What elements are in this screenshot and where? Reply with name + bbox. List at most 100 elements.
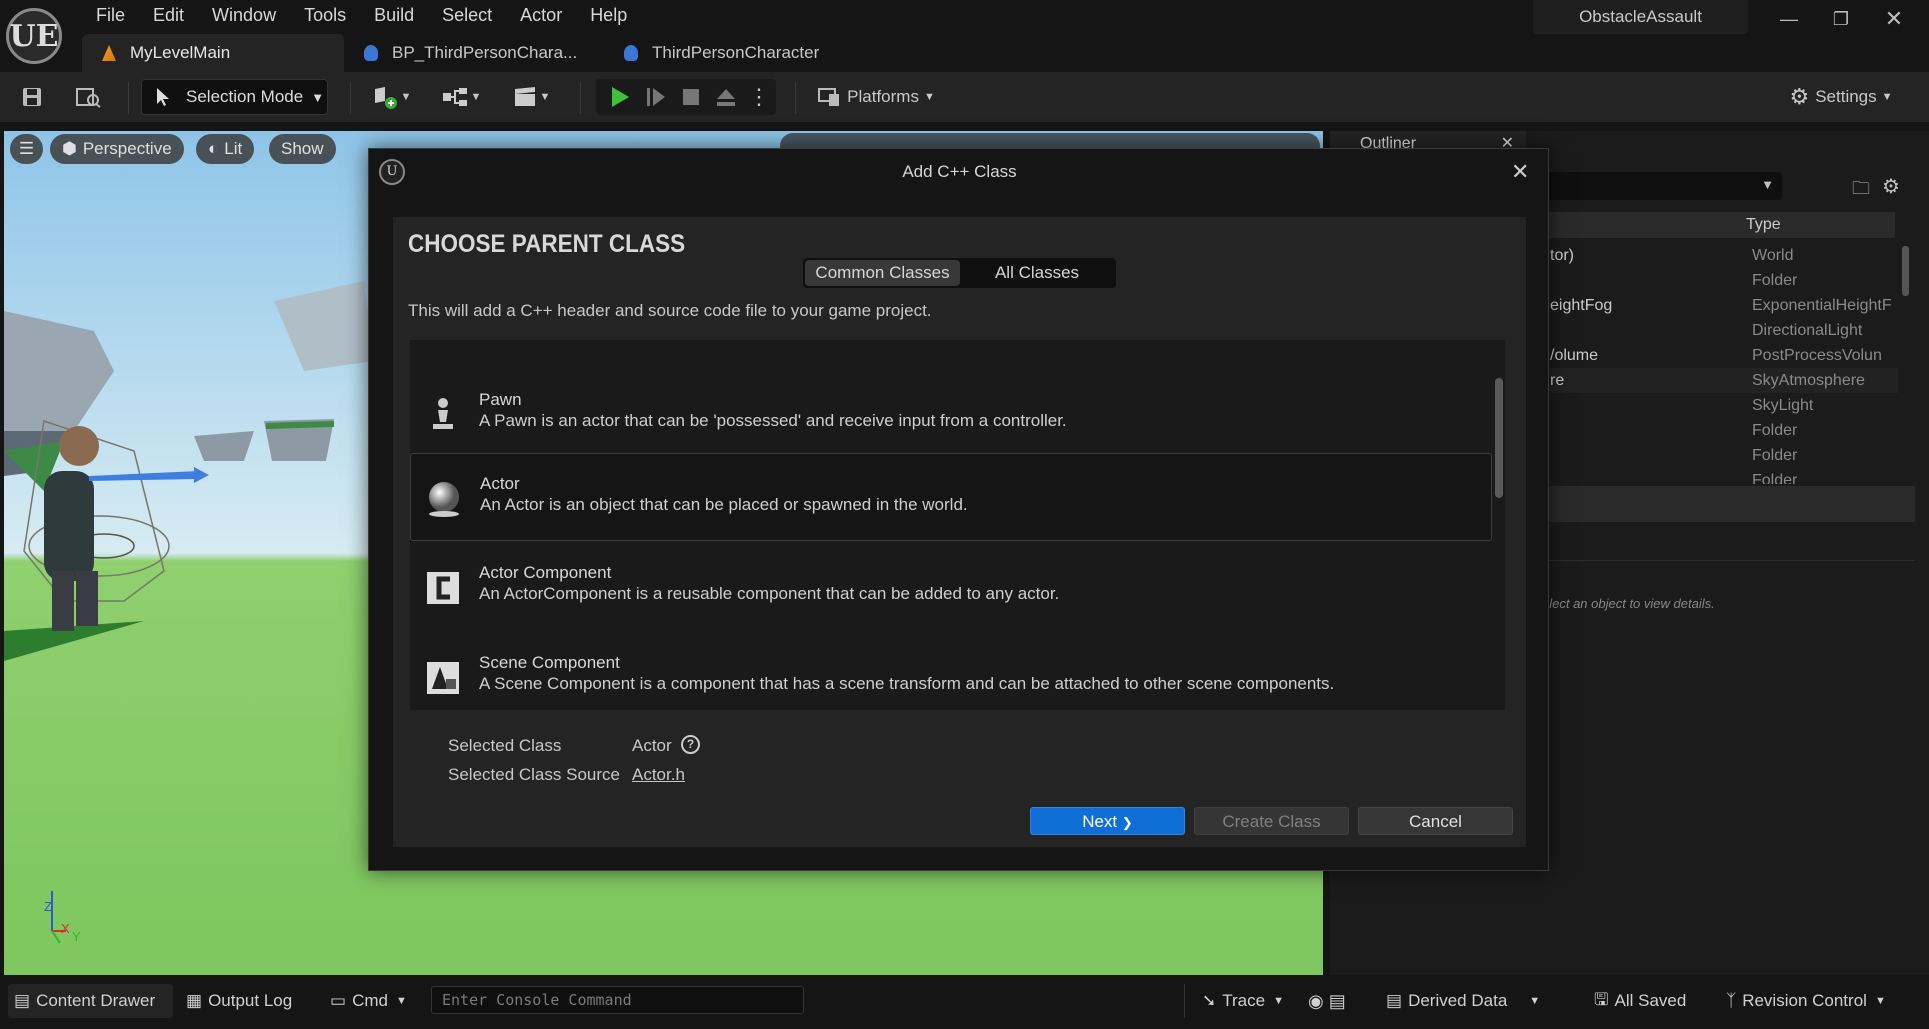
revision-control-dropdown[interactable]: ᛉ Revision Control ▼ [1726, 984, 1906, 1018]
tab-bp-thirdpersoncharacter[interactable]: BP_ThirdPersonChara... [344, 34, 604, 72]
class-description: An ActorComponent is a reusable componen… [479, 584, 1060, 603]
cancel-button[interactable]: Cancel [1358, 807, 1513, 835]
class-item-actor[interactable]: Actor An Actor is an object that can be … [410, 453, 1492, 541]
minimize-icon[interactable]: — [1769, 4, 1809, 34]
document-tabs: MyLevelMain BP_ThirdPersonChara... Third… [82, 34, 864, 72]
outliner-row[interactable]: Folder [1550, 443, 1898, 468]
menu-build[interactable]: Build [360, 0, 428, 30]
separator [580, 82, 581, 114]
cmd-dropdown[interactable]: ▭ Cmd ▼ [330, 984, 420, 1018]
blueprint-icon [364, 45, 378, 61]
class-item-scene-component[interactable]: Scene Component A Scene Component is a c… [410, 633, 1490, 710]
tab-mylevelmain[interactable]: MyLevelMain [82, 34, 344, 72]
save-icon[interactable] [16, 80, 48, 114]
class-description: A Scene Component is a component that ha… [479, 674, 1335, 693]
type-column-header[interactable]: Type [1746, 216, 1781, 234]
menu-actor[interactable]: Actor [506, 0, 576, 30]
advance-frame-icon[interactable] [640, 80, 672, 114]
outliner-row[interactable]: DirectionalLight [1550, 318, 1898, 343]
show-button[interactable]: Show [269, 134, 336, 164]
outliner-footer [1542, 486, 1915, 522]
platforms-dropdown[interactable]: Platforms ▼ [811, 80, 941, 114]
details-hint: elect an object to view details. [1542, 596, 1715, 611]
play-icon[interactable] [604, 80, 636, 114]
drawer-icon: ▤ [14, 991, 31, 1010]
class-list-scrollbar[interactable] [1495, 378, 1503, 498]
outliner-search-input[interactable]: ▼ [1542, 172, 1782, 200]
add-actor-button[interactable]: ▼ [366, 80, 416, 114]
menu-file[interactable]: File [82, 0, 139, 30]
actor-component-icon [427, 572, 459, 604]
outliner-row[interactable]: Folder [1550, 268, 1898, 293]
eject-icon[interactable] [710, 80, 742, 114]
trace-label: Trace [1222, 991, 1266, 1010]
settings-dropdown[interactable]: ⚙ Settings ▼ [1781, 80, 1901, 114]
blueprint-menu-button[interactable]: ▼ [436, 80, 486, 114]
outliner-row[interactable]: Folder [1550, 418, 1898, 443]
perspective-button[interactable]: ⬢ Perspective [50, 134, 184, 164]
output-log-button[interactable]: ▦ Output Log [186, 984, 306, 1018]
viewport-menu-icon[interactable]: ☰ [10, 134, 43, 164]
menu-help[interactable]: Help [576, 0, 641, 30]
settings-label: Settings [1815, 87, 1877, 106]
separator [128, 82, 129, 114]
branch-icon: ᛉ [1726, 991, 1737, 1010]
axis-y-label: Y [72, 929, 81, 944]
tab-thirdpersoncharacter[interactable]: ThirdPersonCharacter [604, 34, 864, 72]
selected-class-label: Selected Class [448, 736, 562, 755]
play-options-icon[interactable]: ⋮ [745, 80, 773, 114]
next-button[interactable]: Next ❯ [1030, 807, 1185, 835]
stop-icon[interactable] [675, 80, 707, 114]
outliner-row[interactable]: re SkyAtmosphere [1550, 368, 1898, 393]
tab-all-classes[interactable]: All Classes [960, 258, 1114, 288]
menu-tools[interactable]: Tools [290, 0, 360, 30]
class-name: Pawn [479, 390, 522, 409]
level-icon [102, 45, 116, 61]
outliner-row[interactable]: /olume PostProcessVolun [1550, 343, 1898, 368]
outliner-scrollbar[interactable] [1902, 246, 1909, 296]
details-divider [1542, 560, 1915, 561]
console-command-input[interactable]: Enter Console Command [431, 986, 804, 1014]
trace-icon: ➘ [1202, 991, 1217, 1010]
blueprint-icon [624, 45, 638, 61]
unreal-logo-icon[interactable]: UE [6, 8, 62, 64]
tab-common-classes[interactable]: Common Classes [805, 260, 960, 286]
selected-source-label: Selected Class Source [448, 765, 620, 784]
help-icon[interactable]: ? [681, 735, 700, 754]
class-item-pawn[interactable]: Pawn A Pawn is an actor that can be 'pos… [410, 370, 1490, 458]
lit-button[interactable]: ◐ Lit [196, 134, 255, 164]
menu-edit[interactable]: Edit [139, 0, 198, 30]
all-saved-label: All Saved [1614, 991, 1687, 1010]
outliner-row[interactable]: tor) World [1550, 243, 1898, 268]
content-drawer-button[interactable]: ▤ Content Drawer [8, 984, 173, 1018]
separator [1184, 984, 1185, 1018]
selection-mode-dropdown[interactable]: Selection Mode ▼ [141, 79, 328, 115]
restore-icon[interactable]: ❐ [1821, 4, 1861, 34]
class-description: A Pawn is an actor that can be 'possesse… [479, 411, 1067, 430]
pawn-icon [433, 398, 453, 429]
menu-select[interactable]: Select [428, 0, 506, 30]
dialog-title: Add C++ Class [902, 162, 1017, 181]
axis-x-label: X [61, 921, 70, 936]
outliner-row[interactable]: eightFog ExponentialHeightF [1550, 293, 1898, 318]
selected-source-link[interactable]: Actor.h [632, 765, 685, 785]
outliner-row[interactable]: SkyLight [1550, 393, 1898, 418]
all-saved-button[interactable]: 🖫 All Saved [1594, 984, 1694, 1018]
menu-window[interactable]: Window [198, 0, 290, 30]
cinematics-button[interactable]: ▼ [506, 80, 556, 114]
browse-content-icon[interactable] [70, 80, 106, 114]
outliner-row[interactable]: Folder [1550, 468, 1898, 484]
trace-dropdown[interactable]: ➘ Trace ▼ [1202, 984, 1292, 1018]
cube-icon: ⬢ [62, 139, 77, 158]
close-dialog-icon[interactable]: ✕ [1511, 159, 1529, 185]
platforms-label: Platforms [847, 87, 919, 106]
class-description: An Actor is an object that can be placed… [480, 495, 968, 514]
add-folder-icon[interactable]: 🗀 [1852, 176, 1870, 206]
class-item-actor-component[interactable]: Actor Component An ActorComponent is a r… [410, 543, 1490, 631]
derived-data-dropdown[interactable]: ▤ Derived Data ▼ [1386, 984, 1546, 1018]
create-class-button[interactable]: Create Class [1194, 807, 1349, 835]
record-trace-icons[interactable]: ◉ ▤ [1308, 984, 1358, 1018]
gear-icon[interactable]: ⚙ [1882, 174, 1900, 199]
class-name: Actor [480, 474, 520, 493]
close-window-icon[interactable]: ✕ [1874, 4, 1914, 34]
